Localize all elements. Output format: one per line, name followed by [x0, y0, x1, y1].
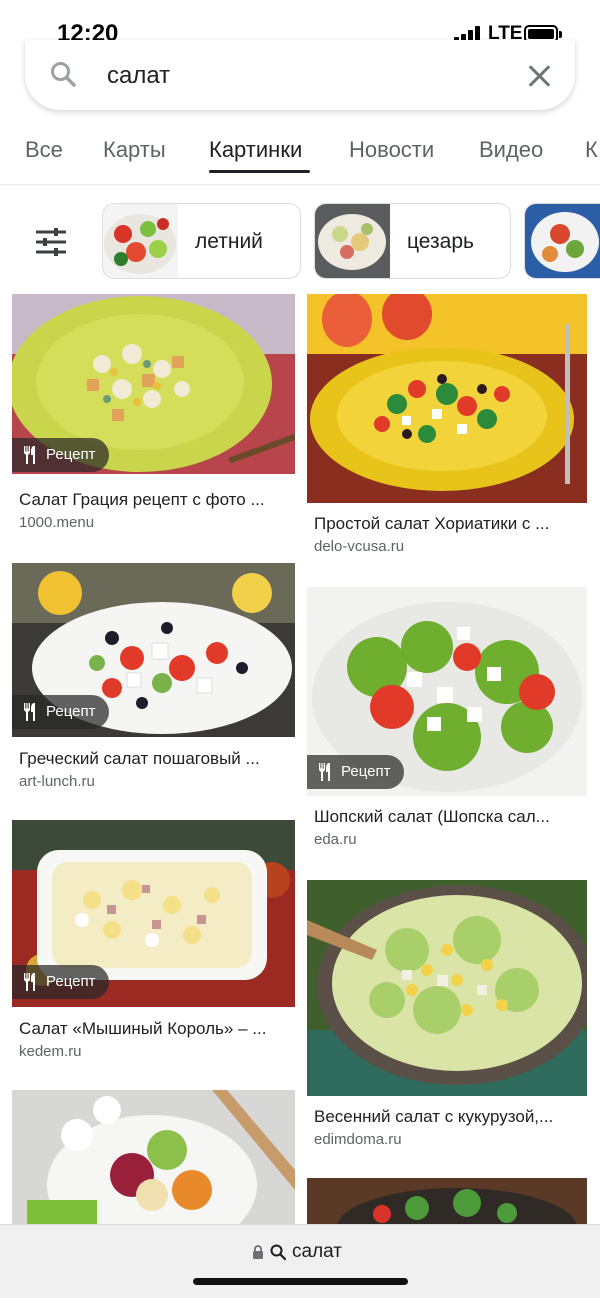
result-title[interactable]: Простой салат Хориатики с ...: [314, 514, 549, 534]
search-icon[interactable]: [50, 61, 76, 87]
result-card[interactable]: Рецепт Салат Грация рецепт с фото ... 10…: [12, 294, 295, 534]
recipe-badge: Рецепт: [307, 755, 405, 789]
chip-thumbnail: [103, 204, 178, 278]
chip-label: цезарь: [407, 230, 474, 253]
filter-icon[interactable]: [36, 228, 66, 256]
address-field[interactable]: салат: [252, 1241, 342, 1263]
fork-knife-icon: [319, 763, 330, 781]
address-text: салат: [292, 1241, 343, 1262]
result-source: eda.ru: [314, 831, 357, 848]
result-title[interactable]: Весенний салат с кукурузой,...: [314, 1107, 553, 1127]
result-card[interactable]: [307, 1178, 587, 1224]
result-title[interactable]: Салат Грация рецепт с фото ...: [19, 490, 265, 510]
result-card[interactable]: Рецепт Греческий салат пошаговый ... art…: [12, 563, 295, 803]
chip-thumbnail: [315, 204, 390, 278]
result-image[interactable]: [12, 1090, 295, 1224]
home-indicator[interactable]: [193, 1278, 408, 1285]
result-source: art-lunch.ru: [19, 773, 95, 790]
search-input[interactable]: салат: [107, 62, 170, 90]
result-card[interactable]: Рецепт Салат «Мышиный Король» – ... kede…: [12, 820, 295, 1065]
search-tabs: Все Карты Картинки Новости Видео К: [0, 125, 600, 185]
fork-knife-icon: [24, 446, 35, 464]
chip-caesar[interactable]: цезарь: [314, 203, 511, 279]
result-title[interactable]: Греческий салат пошаговый ...: [19, 749, 260, 769]
result-card[interactable]: Весенний салат с кукурузой,... edimdoma.…: [307, 880, 587, 1152]
fork-knife-icon: [24, 703, 35, 721]
tab-images[interactable]: Картинки: [209, 137, 302, 163]
chip-more[interactable]: [524, 203, 600, 279]
result-card[interactable]: [12, 1090, 295, 1224]
result-image[interactable]: [307, 880, 587, 1096]
search-box[interactable]: салат: [25, 40, 575, 110]
recipe-badge: Рецепт: [12, 695, 110, 729]
chip-thumbnail: [525, 204, 600, 278]
close-icon[interactable]: [527, 64, 551, 88]
tab-all[interactable]: Все: [25, 137, 63, 163]
recipe-badge: Рецепт: [12, 965, 110, 999]
result-image[interactable]: [307, 294, 587, 503]
result-card[interactable]: Простой салат Хориатики с ... delo-vcusa…: [307, 294, 587, 556]
result-image[interactable]: [307, 1178, 587, 1224]
active-tab-indicator: [209, 170, 310, 173]
result-title[interactable]: Салат «Мышиный Король» – ...: [19, 1019, 266, 1039]
result-title[interactable]: Шопский салат (Шопска сал...: [314, 807, 550, 827]
fork-knife-icon: [24, 973, 35, 991]
chip-summer[interactable]: летний: [102, 203, 301, 279]
search-icon: [270, 1244, 286, 1260]
bottom-address-bar[interactable]: салат: [0, 1224, 600, 1298]
chip-label: летний: [195, 230, 263, 253]
recipe-badge: Рецепт: [12, 438, 110, 472]
result-source: kedem.ru: [19, 1043, 82, 1060]
lock-icon: [253, 1245, 263, 1259]
result-card[interactable]: Рецепт Шопский салат (Шопска сал... eda.…: [307, 587, 587, 857]
result-source: 1000.menu: [19, 514, 95, 531]
tab-more[interactable]: К: [585, 137, 598, 163]
tab-news[interactable]: Новости: [349, 137, 434, 163]
result-source: edimdoma.ru: [314, 1131, 402, 1148]
tab-maps[interactable]: Карты: [103, 137, 166, 163]
result-source: delo-vcusa.ru: [314, 538, 405, 555]
tab-video[interactable]: Видео: [479, 137, 543, 163]
